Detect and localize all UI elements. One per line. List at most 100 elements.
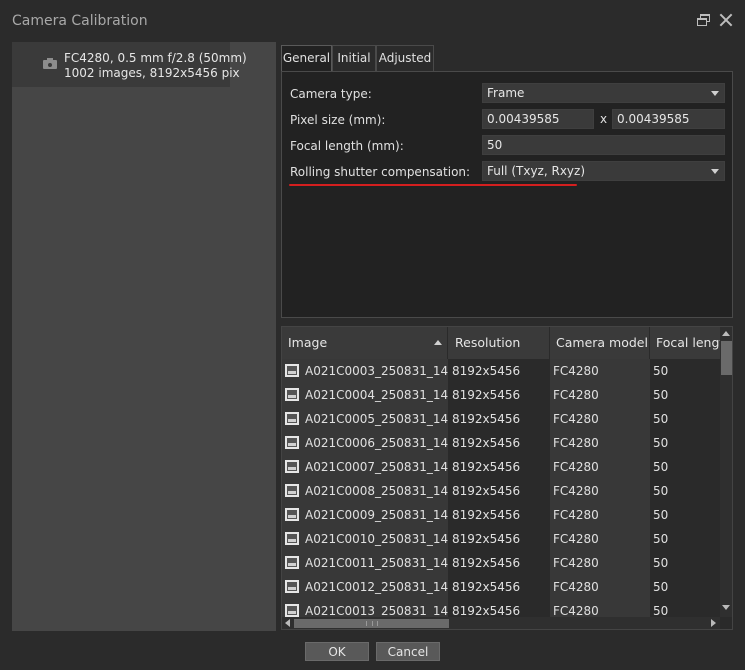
scroll-down-icon[interactable] (722, 605, 730, 610)
rolling-shutter-select[interactable]: Full (Txyz, Rxyz) (482, 161, 725, 181)
camera-model-cell: FC4280 (550, 407, 650, 431)
image-file-icon (285, 460, 299, 473)
rolling-shutter-label: Rolling shutter compensation: (290, 165, 471, 179)
table-row[interactable]: A021C0006_250831_14B8218192x5456FC428050 (282, 431, 720, 455)
focal-length-cell: 50 (650, 407, 720, 431)
camera-model-cell: FC4280 (550, 527, 650, 551)
tab-adjusted[interactable]: Adjusted (376, 45, 434, 71)
camera-image-info: 1002 images, 8192x5456 pix (64, 66, 240, 80)
resolution-cell: 8192x5456 (448, 455, 550, 479)
tab-initial[interactable]: Initial (332, 45, 376, 71)
image-name: A021C0009_250831_14B821 (305, 508, 448, 522)
restore-icon[interactable] (696, 12, 712, 28)
camera-type-select[interactable]: Frame (482, 83, 725, 103)
resolution-cell: 8192x5456 (448, 383, 550, 407)
focal-length-cell: 50 (650, 455, 720, 479)
focal-length-cell: 50 (650, 527, 720, 551)
image-cell: A021C0010_250831_14B821 (282, 527, 448, 551)
table-row[interactable]: A021C0003_250831_14B8218192x5456FC428050 (282, 359, 720, 383)
camera-list-item[interactable]: FC4280, 0.5 mm f/2.8 (50mm) 1002 images,… (12, 42, 247, 87)
camera-model-cell: FC4280 (550, 551, 650, 575)
camera-model-cell: FC4280 (550, 383, 650, 407)
camera-model-cell: FC4280 (550, 359, 650, 383)
chevron-down-icon (711, 169, 719, 174)
pixel-size-x-value: 0.00439585 (487, 112, 560, 126)
column-header-image[interactable]: Image (282, 327, 448, 359)
image-name: A021C0012_250831_14B821 (305, 580, 448, 594)
focal-length-value: 50 (487, 138, 503, 152)
image-file-icon (285, 412, 299, 425)
image-file-icon (285, 508, 299, 521)
column-header-resolution[interactable]: Resolution (449, 327, 550, 359)
image-cell: A021C0008_250831_14B821 (282, 479, 448, 503)
focal-length-cell: 50 (650, 479, 720, 503)
horizontal-scroll-thumb[interactable] (294, 619, 449, 628)
horizontal-scrollbar[interactable] (282, 617, 720, 629)
table-row[interactable]: A021C0009_250831_14B8218192x5456FC428050 (282, 503, 720, 527)
tab-general[interactable]: General (281, 45, 332, 71)
close-icon[interactable] (718, 12, 734, 28)
image-name: A021C0007_250831_14B821 (305, 460, 448, 474)
rolling-shutter-value: Full (Txyz, Rxyz) (487, 164, 585, 178)
pixel-size-label: Pixel size (mm): (290, 113, 386, 127)
title-bar: Camera Calibration (0, 0, 745, 42)
table-row[interactable]: A021C0004_250831_14B8218192x5456FC428050 (282, 383, 720, 407)
scroll-left-icon[interactable] (285, 619, 290, 627)
focal-length-label: Focal length (mm): (290, 139, 404, 153)
camera-model-cell: FC4280 (550, 479, 650, 503)
sort-ascending-icon (434, 340, 442, 345)
table-row[interactable]: A021C0007_250831_14B8218192x5456FC428050 (282, 455, 720, 479)
camera-model-cell: FC4280 (550, 575, 650, 599)
column-header-label: Image (288, 335, 328, 350)
table-row[interactable]: A021C0011_250831_14B8218192x5456FC428050 (282, 551, 720, 575)
image-cell: A021C0012_250831_14B821 (282, 575, 448, 599)
table-row[interactable]: A021C0005_250831_14B8218192x5456FC428050 (282, 407, 720, 431)
vertical-scrollbar[interactable] (720, 327, 732, 617)
image-file-icon (285, 580, 299, 593)
general-settings-panel: Camera type: Frame Pixel size (mm): 0.00… (281, 71, 733, 318)
camera-model-cell: FC4280 (550, 503, 650, 527)
image-file-icon (285, 604, 299, 617)
resolution-cell: 8192x5456 (448, 479, 550, 503)
column-header-camera-model[interactable]: Camera model (550, 327, 650, 359)
image-name: A021C0011_250831_14B821 (305, 556, 448, 570)
image-cell: A021C0007_250831_14B821 (282, 455, 448, 479)
window-title: Camera Calibration (12, 13, 148, 29)
image-file-icon (285, 532, 299, 545)
camera-name: FC4280, 0.5 mm f/2.8 (50mm) (64, 51, 247, 65)
scroll-right-icon[interactable] (711, 619, 716, 627)
ok-button[interactable]: OK (305, 642, 369, 661)
image-file-icon (285, 556, 299, 569)
resolution-cell: 8192x5456 (448, 527, 550, 551)
chevron-down-icon (711, 91, 719, 96)
column-header-focal-length[interactable]: Focal length (650, 327, 720, 359)
table-row[interactable]: A021C0010_250831_14B8218192x5456FC428050 (282, 527, 720, 551)
focal-length-cell: 50 (650, 383, 720, 407)
resolution-cell: 8192x5456 (448, 407, 550, 431)
scroll-up-icon[interactable] (722, 331, 730, 336)
camera-icon (43, 58, 57, 69)
resolution-cell: 8192x5456 (448, 575, 550, 599)
camera-list-panel: FC4280, 0.5 mm f/2.8 (50mm) 1002 images,… (12, 42, 276, 631)
vertical-scroll-thumb[interactable] (721, 341, 732, 375)
table-header: Image Resolution Camera model Focal leng… (282, 327, 720, 359)
cancel-button[interactable]: Cancel (376, 642, 440, 661)
focal-length-cell: 50 (650, 503, 720, 527)
image-cell: A021C0009_250831_14B821 (282, 503, 448, 527)
image-file-icon (285, 364, 299, 377)
table-row[interactable]: A021C0008_250831_14B8218192x5456FC428050 (282, 479, 720, 503)
table-row[interactable]: A021C0012_250831_14B8218192x5456FC428050 (282, 575, 720, 599)
image-file-icon (285, 484, 299, 497)
resolution-cell: 8192x5456 (448, 431, 550, 455)
camera-type-value: Frame (487, 86, 525, 100)
resolution-cell: 8192x5456 (448, 503, 550, 527)
pixel-size-x-field[interactable]: 0.00439585 (482, 109, 594, 129)
pixel-size-y-field[interactable]: 0.00439585 (612, 109, 725, 129)
image-cell: A021C0006_250831_14B821 (282, 431, 448, 455)
image-name: A021C0006_250831_14B821 (305, 436, 448, 450)
camera-type-label: Camera type: (290, 87, 372, 101)
pixel-size-separator: x (600, 112, 608, 126)
focal-length-field[interactable]: 50 (482, 135, 725, 155)
image-name: A021C0003_250831_14B821 (305, 364, 448, 378)
image-file-icon (285, 388, 299, 401)
